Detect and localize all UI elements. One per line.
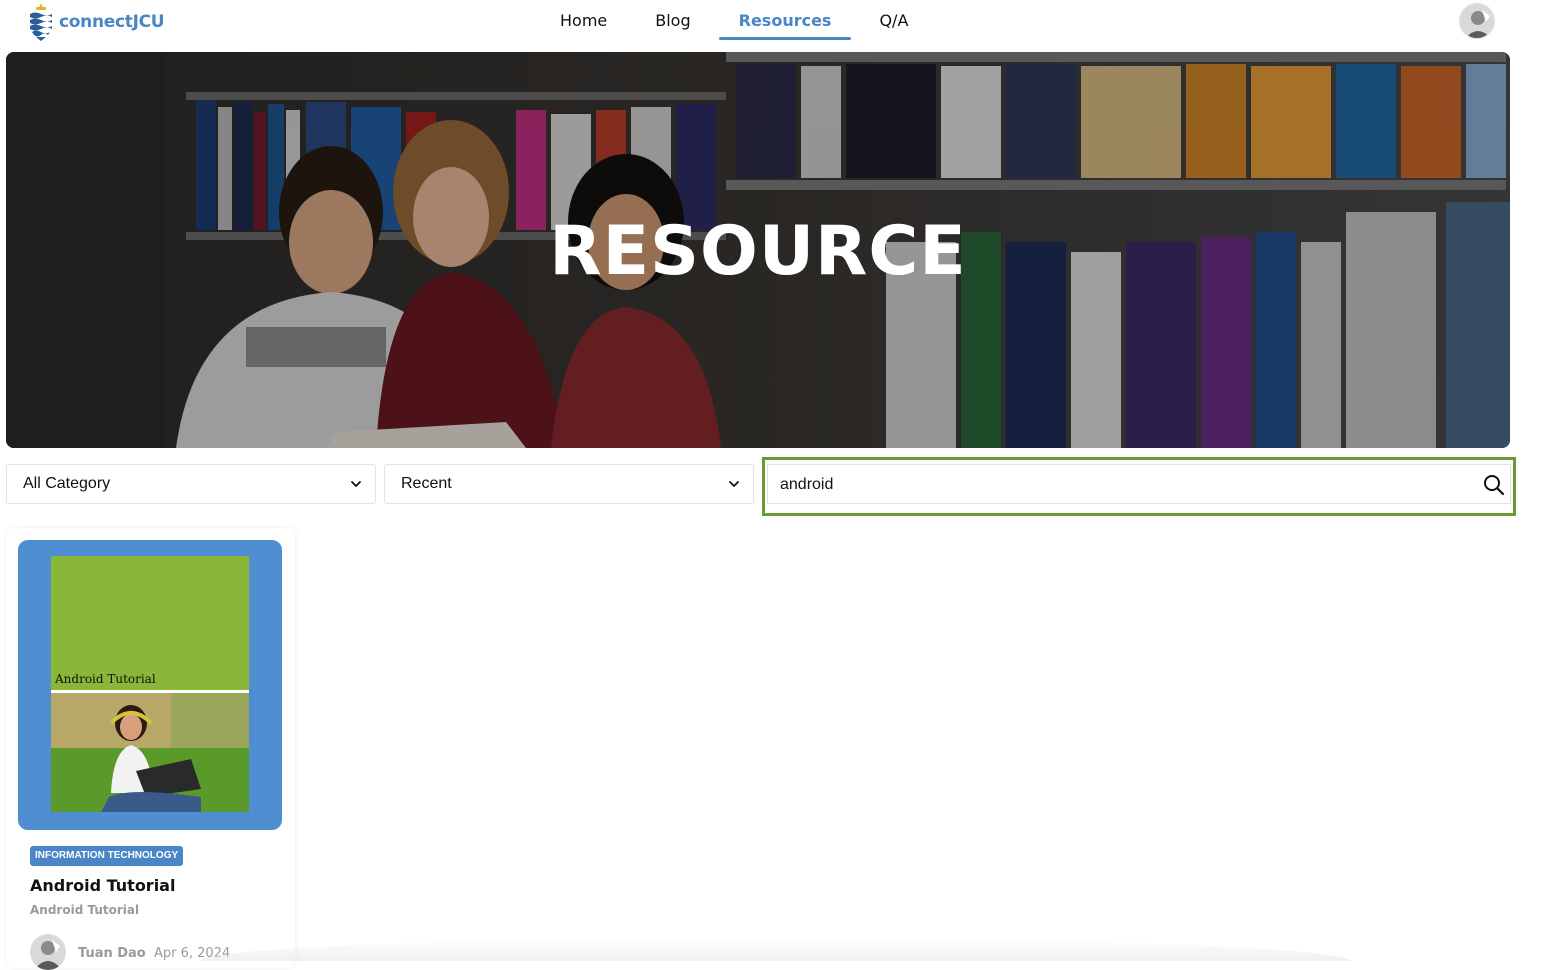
scroll-shadow xyxy=(200,938,1350,961)
category-badge[interactable]: INFORMATION TECHNOLOGY xyxy=(30,846,184,866)
category-select[interactable]: All Category xyxy=(6,464,376,504)
nav-qa[interactable]: Q/A xyxy=(859,0,928,40)
resource-title[interactable]: Android Tutorial xyxy=(30,876,175,895)
search-focus-highlight xyxy=(762,457,1516,516)
user-avatar[interactable] xyxy=(1459,3,1495,39)
logo-waves-icon xyxy=(30,3,52,41)
woman-laptop-photo xyxy=(51,693,249,812)
top-navbar: connectJCU Home Blog Resources Q/A xyxy=(0,0,1562,50)
nav-home[interactable]: Home xyxy=(540,0,627,40)
publish-date: Apr 6, 2024 xyxy=(154,946,231,961)
hero-banner: RESOURCE xyxy=(6,52,1510,448)
resource-card[interactable]: Android Tutorial INFORMATION TECHNOLOGY … xyxy=(6,528,295,970)
search-input[interactable] xyxy=(780,473,1460,497)
search-icon[interactable] xyxy=(1482,473,1506,497)
cover-accent-block xyxy=(51,556,249,690)
avatar-image xyxy=(30,934,66,970)
author-avatar[interactable] xyxy=(30,934,66,970)
cover-title: Android Tutorial xyxy=(55,672,156,686)
avatar-image xyxy=(1460,4,1494,38)
category-select-value: All Category xyxy=(23,475,111,492)
chevron-down-icon xyxy=(729,481,739,487)
resource-cover: Android Tutorial xyxy=(18,540,282,830)
author-name[interactable]: Tuan Dao xyxy=(78,946,146,961)
brand-name: connectJCU xyxy=(59,12,165,32)
nav-blog[interactable]: Blog xyxy=(635,0,710,40)
resource-subtitle: Android Tutorial xyxy=(30,903,140,917)
sort-select-value: Recent xyxy=(401,475,452,492)
hero-title: RESOURCE xyxy=(549,212,967,291)
brand-logo[interactable]: connectJCU xyxy=(28,2,165,42)
search-box xyxy=(767,464,1511,504)
chevron-down-icon xyxy=(351,481,361,487)
main-nav: Home Blog Resources Q/A xyxy=(540,0,936,46)
sort-select[interactable]: Recent xyxy=(384,464,754,504)
cover-photo xyxy=(51,693,249,812)
nav-resources[interactable]: Resources xyxy=(718,0,852,40)
